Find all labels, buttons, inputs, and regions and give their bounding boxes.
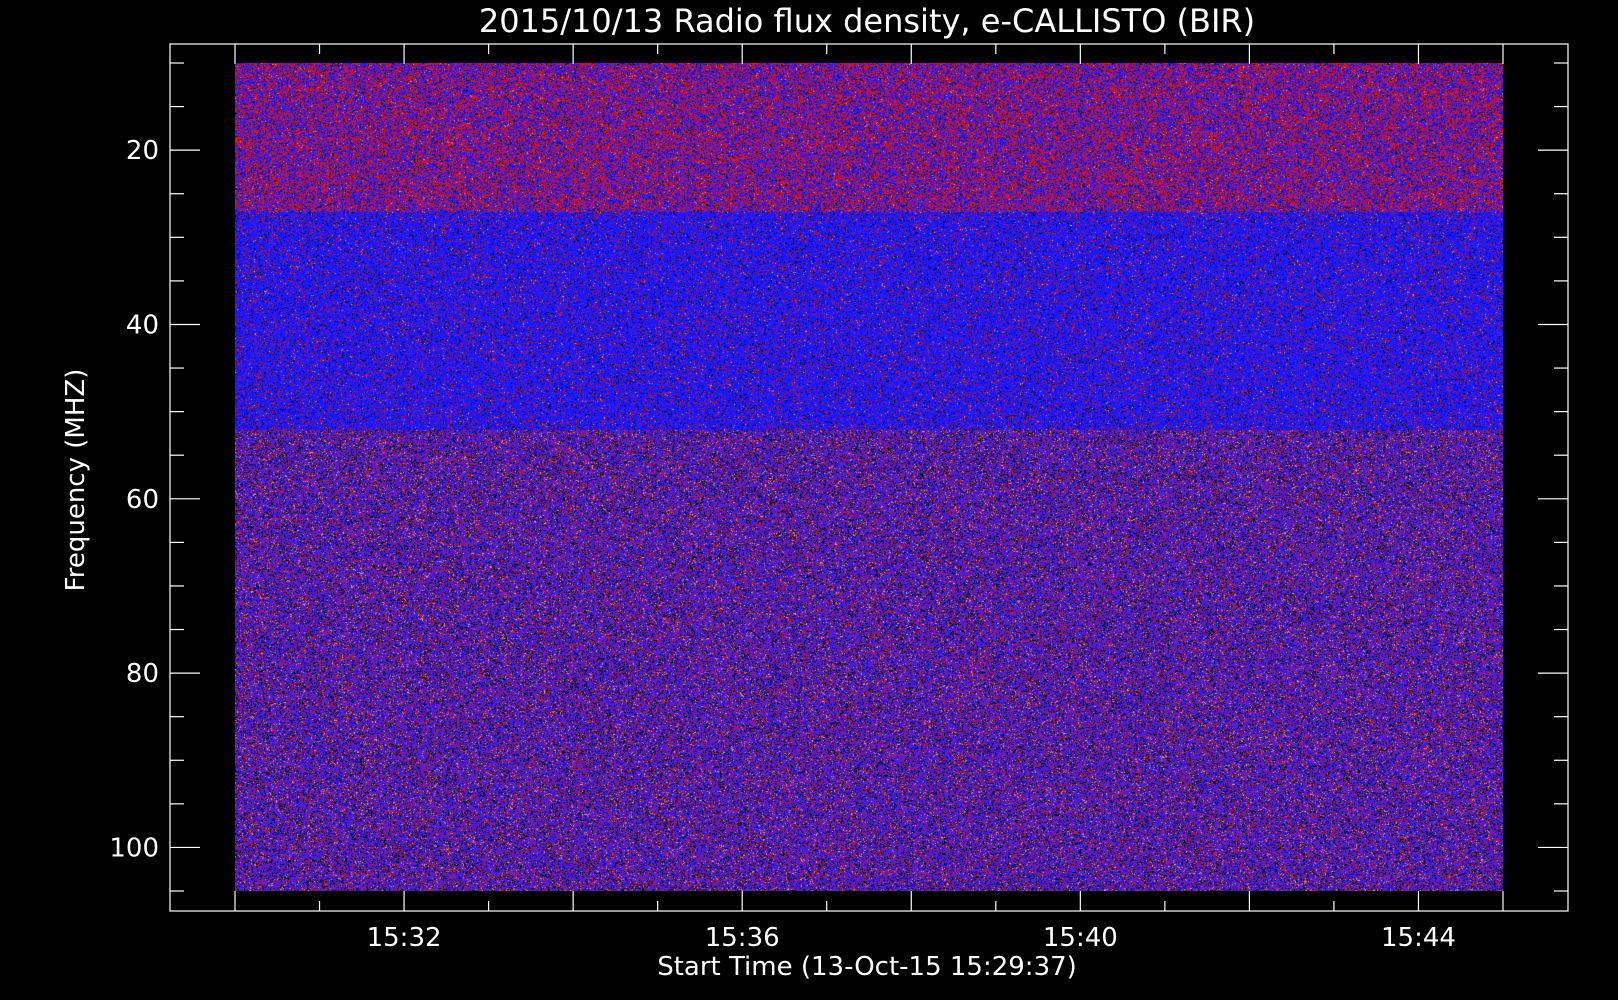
y-tick-label: 80 [126, 659, 159, 689]
chart-frame: 2015/10/13 Radio flux density, e-CALLIST… [61, 2, 1569, 982]
x-tick-label: 15:40 [1043, 923, 1118, 953]
chart-title: 2015/10/13 Radio flux density, e-CALLIST… [479, 2, 1255, 40]
y-axis-ticks [170, 62, 1568, 892]
x-axis-label: Start Time (13-Oct-15 15:29:37) [657, 952, 1077, 982]
y-tick-label: 40 [126, 310, 159, 340]
x-axis-ticks [234, 44, 1504, 911]
y-tick-label: 60 [126, 485, 159, 515]
x-axis-tick-labels: 15:32 15:36 15:40 15:44 [367, 923, 1456, 953]
y-axis-label: Frequency (MHZ) [61, 369, 91, 592]
spectrogram-chart: 2015/10/13 Radio flux density, e-CALLIST… [0, 0, 1618, 1000]
y-tick-label: 100 [109, 833, 159, 863]
x-tick-label: 15:36 [705, 923, 780, 953]
y-axis-tick-labels: 20 40 60 80 100 [109, 136, 159, 863]
plot-frame [169, 43, 1569, 912]
y-tick-label: 20 [126, 136, 159, 166]
x-tick-label: 15:32 [367, 923, 442, 953]
x-tick-label: 15:44 [1381, 923, 1456, 953]
